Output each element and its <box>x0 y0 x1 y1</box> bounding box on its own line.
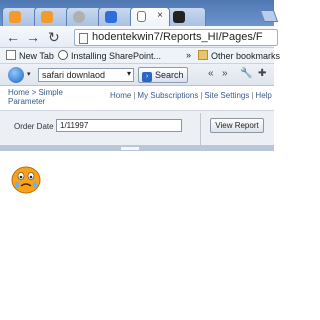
dropdown-arrow-icon[interactable]: ▾ <box>127 69 131 78</box>
bookmark-label: New Tab <box>19 51 54 61</box>
bookmark-label: Other bookmarks <box>211 51 281 61</box>
address-bar[interactable]: hodentekwin7/Reports_HI/Pages/F <box>74 29 278 46</box>
help-link[interactable]: Help <box>255 91 271 100</box>
blogger-icon <box>41 11 53 23</box>
link-separator: | <box>133 91 136 100</box>
google-icon <box>105 11 117 23</box>
bookmark-new-tab[interactable]: New Tab <box>6 50 54 61</box>
search-toolbar: ▾ safari downlaod ▾ ›Search ▾ « » 🔧 ✚ <box>0 64 274 94</box>
other-bookmarks[interactable]: Other bookmarks <box>198 50 280 61</box>
dropdown-arrow-icon[interactable]: ▾ <box>27 70 31 78</box>
new-tab-button[interactable] <box>259 10 279 22</box>
wordpress-icon <box>58 50 68 60</box>
browser-toolbar: ← → ↻ hodentekwin7/Reports_HI/Pages/F <box>0 26 278 48</box>
back-icon[interactable]: ← <box>6 29 20 45</box>
report-manager-header: Home > Simple Parameter Home | My Subscrip… <box>0 86 274 110</box>
puzzle-icon[interactable]: ✚ <box>258 68 266 79</box>
forward-icon[interactable]: → <box>26 29 40 45</box>
bookmarks-overflow[interactable]: » <box>186 50 191 60</box>
folder-icon <box>198 50 208 60</box>
order-date-input[interactable]: 1/11997 <box>56 119 182 132</box>
crying-face-icon <box>11 166 41 194</box>
report-viewer <box>0 151 274 320</box>
site-settings-link[interactable]: Site Settings <box>204 91 249 100</box>
breadcrumb[interactable]: Home > Simple Parameter <box>8 88 88 106</box>
splitter-grip[interactable] <box>121 147 139 150</box>
my-subscriptions-link[interactable]: My Subscriptions <box>137 91 198 100</box>
parameter-area: Order Date 1/11997 View Report <box>0 110 274 146</box>
home-link[interactable]: Home <box>110 91 131 100</box>
link-separator: | <box>251 91 254 100</box>
browser-tab-6[interactable] <box>166 7 206 26</box>
globe-icon[interactable] <box>8 67 24 83</box>
wrench-icon[interactable]: 🔧 <box>240 68 252 79</box>
page-icon <box>6 50 16 60</box>
blogger-icon <box>9 11 21 23</box>
close-tab-icon[interactable]: × <box>157 10 163 21</box>
page-icon <box>137 11 146 22</box>
search-button[interactable]: ›Search ▾ <box>138 67 188 94</box>
bookmark-label: Installing SharePoint... <box>71 51 162 61</box>
scroll-right-icon[interactable]: » <box>222 68 228 79</box>
view-report-button[interactable]: View Report <box>210 118 264 133</box>
apple-icon <box>73 11 85 23</box>
link-separator: | <box>200 91 203 100</box>
toolbar-search-input[interactable]: safari downlaod ▾ <box>38 68 134 82</box>
parameter-divider <box>200 113 201 145</box>
reload-icon[interactable]: ↻ <box>48 29 60 46</box>
address-text: hodentekwin7/Reports_HI/Pages/F <box>92 31 263 43</box>
bookmark-installing-sharepoint[interactable]: Installing SharePoint... <box>58 50 161 61</box>
page-icon <box>79 33 88 44</box>
search-text: safari downlaod <box>42 70 106 80</box>
tab-strip: × <box>0 0 279 26</box>
scroll-left-icon[interactable]: « <box>208 68 214 79</box>
search-button-label: Search <box>155 70 184 80</box>
order-date-label: Order Date <box>14 122 54 131</box>
global-links: Home | My Subscriptions | Site Settings | Help <box>110 91 272 100</box>
browser-tab-5-active[interactable]: × <box>130 7 170 26</box>
browser-frame: × ← → ↻ hodentekwin7/Reports_HI/Pages/F … <box>0 0 280 94</box>
search-arrow-icon: › <box>142 72 152 82</box>
bookmarks-bar: New Tab Installing SharePoint... » Other… <box>0 48 280 64</box>
pi-icon <box>173 11 185 23</box>
